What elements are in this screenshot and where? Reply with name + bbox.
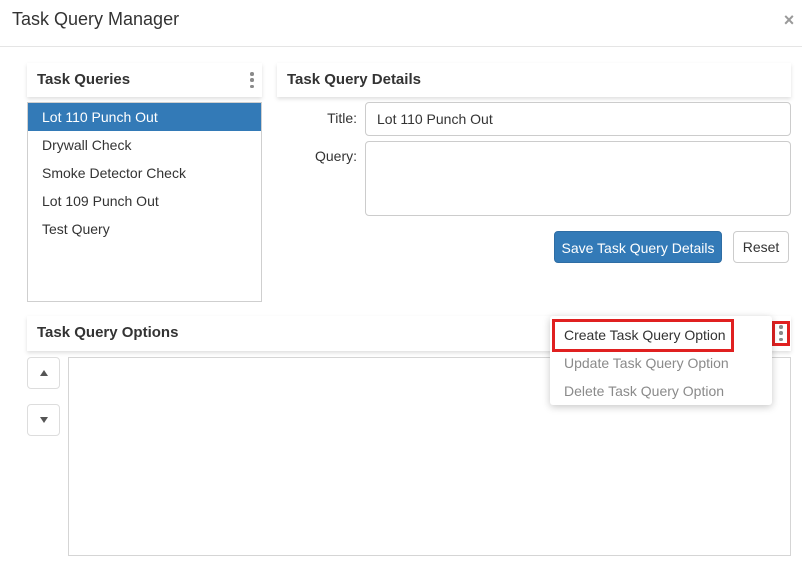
header-divider [0,46,802,47]
task-query-options-dropdown: Create Task Query Option Update Task Que… [550,316,772,405]
menu-item-create-task-query-option[interactable]: Create Task Query Option [564,327,726,343]
query-item-drywall-check[interactable]: Drywall Check [28,131,261,159]
arrow-down-icon [39,417,48,423]
menu-item-delete-task-query-option[interactable]: Delete Task Query Option [564,383,724,399]
save-task-query-details-button[interactable]: Save Task Query Details [554,231,722,263]
arrow-up-icon [39,370,48,376]
query-label: Query: [314,148,357,164]
task-query-options-kebab-menu-icon[interactable] [776,325,786,341]
task-query-details-title: Task Query Details [287,71,421,88]
query-item-lot-109-punch-out[interactable]: Lot 109 Punch Out [28,187,261,215]
task-query-details-header: Task Query Details [277,63,791,97]
task-query-options-title: Task Query Options [37,324,179,341]
menu-item-update-task-query-option[interactable]: Update Task Query Option [564,355,729,371]
title-input[interactable]: Lot 110 Punch Out [365,102,791,136]
move-up-button[interactable] [27,357,60,389]
reset-button[interactable]: Reset [733,231,789,263]
task-queries-list: Lot 110 Punch Out Drywall Check Smoke De… [27,102,262,302]
query-item-test-query[interactable]: Test Query [28,215,261,243]
query-item-lot-110-punch-out[interactable]: Lot 110 Punch Out [28,103,261,131]
title-label: Title: [327,110,357,126]
task-queries-header: Task Queries [27,63,262,97]
dialog-title: Task Query Manager [12,9,180,29]
task-queries-kebab-menu-icon[interactable] [247,72,257,88]
query-textarea[interactable] [365,141,791,216]
move-down-button[interactable] [27,404,60,436]
task-queries-title: Task Queries [37,71,131,88]
query-item-smoke-detector-check[interactable]: Smoke Detector Check [28,159,261,187]
close-icon[interactable]: × [781,10,797,30]
